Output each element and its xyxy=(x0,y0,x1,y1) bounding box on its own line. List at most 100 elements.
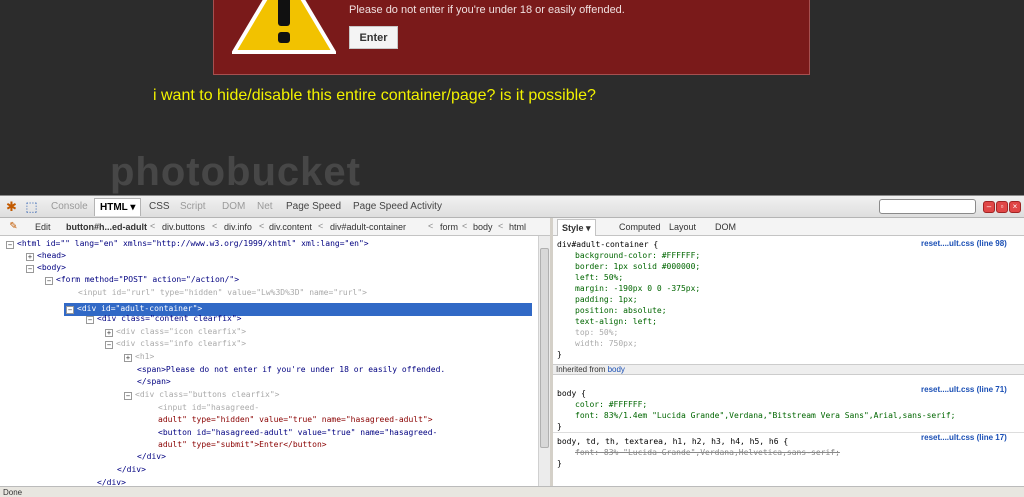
crumb-separator: < xyxy=(462,221,468,231)
node-text: <div id="adult-container"> xyxy=(77,304,203,313)
inherited-header: Inherited from body xyxy=(553,364,1024,375)
tab-console[interactable]: Console xyxy=(51,201,88,212)
expand-icon[interactable]: + xyxy=(124,354,132,362)
css-prop[interactable]: margin: -190px 0 0 -375px; xyxy=(575,283,700,294)
tab-page-speed-activity[interactable]: Page Speed Activity xyxy=(353,201,442,212)
tab-css[interactable]: CSS xyxy=(149,201,170,212)
node-text: <span>Please do not enter if you're unde… xyxy=(137,365,446,374)
tree-node-icon[interactable]: + <div class="icon clearfix"> xyxy=(105,326,246,338)
html-scrollbar[interactable] xyxy=(538,236,550,486)
tree-node-buttons[interactable]: − <div class="buttons clearfix"> xyxy=(124,389,280,401)
node-text: <button id="hasagreed-adult" value="true… xyxy=(158,428,438,437)
tab-dom-side[interactable]: DOM xyxy=(715,222,736,232)
collapse-icon[interactable]: − xyxy=(45,277,53,285)
tab-script[interactable]: Script xyxy=(180,201,206,212)
tree-node-close-div: </div> xyxy=(137,451,166,463)
tree-node-body[interactable]: − <body> xyxy=(26,262,66,274)
crumb-div-info[interactable]: div.info xyxy=(224,222,252,232)
css-prop[interactable]: text-align: left; xyxy=(575,316,657,327)
edit-icon[interactable]: ✎ xyxy=(6,219,21,234)
node-text: <div class="info clearfix"> xyxy=(116,339,247,348)
tab-computed[interactable]: Computed xyxy=(619,222,661,232)
collapse-icon[interactable]: − xyxy=(6,241,14,249)
tab-style-label: Style xyxy=(562,223,584,233)
collapse-icon[interactable]: − xyxy=(26,265,34,273)
css-prop[interactable]: background-color: #FFFFFF; xyxy=(575,250,700,261)
status-bar: Done xyxy=(0,486,1024,497)
tree-node-close-div: </div> xyxy=(117,464,146,476)
tree-node-h1[interactable]: + <h1> xyxy=(124,351,154,363)
tree-node-content[interactable]: − <div class="content clearfix"> xyxy=(86,313,242,325)
tab-page-speed[interactable]: Page Speed xyxy=(286,201,341,212)
enter-button[interactable]: Enter xyxy=(349,26,398,49)
tab-style[interactable]: Style ▾ xyxy=(557,219,596,236)
node-text: <form method="POST" action="/action/"> xyxy=(56,275,240,284)
css-prop[interactable]: padding: 1px; xyxy=(575,294,638,305)
firebug-icon[interactable]: ✱ xyxy=(4,199,19,214)
tab-html[interactable]: HTML ▾ xyxy=(94,198,142,216)
crumb-div-content[interactable]: div.content xyxy=(269,222,312,232)
css-prop-overridden[interactable]: top: 50%; xyxy=(575,327,618,338)
css-prop[interactable]: font: 83%/1.4em "Lucida Grande",Verdana,… xyxy=(575,410,956,421)
firebug-panel: ✱ ⬚ Console HTML ▾ CSS Script DOM Net Pa… xyxy=(0,195,1024,497)
tree-node-input-hasagreed[interactable]: <input id="hasagreed- xyxy=(158,402,259,414)
collapse-icon[interactable]: − xyxy=(66,306,74,314)
crumb-button[interactable]: button#h...ed-adult xyxy=(66,222,147,232)
scrollbar-thumb[interactable] xyxy=(540,248,549,448)
tree-node-info[interactable]: − <div class="info clearfix"> xyxy=(105,338,246,350)
collapse-icon[interactable]: − xyxy=(86,316,94,324)
crumb-body[interactable]: body xyxy=(473,222,493,232)
node-text: <div class="icon clearfix"> xyxy=(116,327,247,336)
css-source-link[interactable]: reset....ult.css (line 98) xyxy=(921,239,1007,248)
close-icon[interactable]: × xyxy=(1009,201,1021,213)
tab-html-label: HTML xyxy=(100,202,128,213)
collapse-icon[interactable]: − xyxy=(124,392,132,400)
tree-node-button[interactable]: <button id="hasagreed-adult" value="true… xyxy=(158,427,437,439)
style-side-panel: Style ▾ Computed Layout DOM div#adult-co… xyxy=(553,218,1024,486)
breadcrumb: ✎ Edit button#h...ed-adult < div.buttons… xyxy=(0,218,552,236)
tree-node-html[interactable]: − <html id="" lang="en" xmlns="http://www… xyxy=(6,238,369,250)
node-text: </span> xyxy=(137,377,171,386)
crumb-form[interactable]: form xyxy=(440,222,458,232)
css-prop[interactable]: position: absolute; xyxy=(575,305,667,316)
tab-net[interactable]: Net xyxy=(257,201,273,212)
inspect-icon[interactable]: ⬚ xyxy=(24,199,39,214)
edit-button[interactable]: Edit xyxy=(35,222,51,232)
node-text: <div class="content clearfix"> xyxy=(97,314,242,323)
css-prop[interactable]: border: 1px solid #000000; xyxy=(575,261,700,272)
minimize-icon[interactable]: – xyxy=(983,201,995,213)
css-rule-close: } xyxy=(557,459,562,468)
crumb-html[interactable]: html xyxy=(509,222,526,232)
css-prop[interactable]: left: 50%; xyxy=(575,272,623,283)
search-input[interactable] xyxy=(879,199,976,214)
tab-layout[interactable]: Layout xyxy=(669,222,696,232)
crumb-separator: < xyxy=(212,221,218,231)
css-source-link[interactable]: reset....ult.css (line 17) xyxy=(921,433,1007,442)
tree-node-span[interactable]: <span>Please do not enter if you're unde… xyxy=(137,364,445,376)
css-selector: body, td, th, textarea, h1, h2, h3, h4, … xyxy=(557,437,789,446)
crumb-div-buttons[interactable]: div.buttons xyxy=(162,222,205,232)
detach-icon[interactable]: ▫ xyxy=(996,201,1008,213)
css-prop-overridden[interactable]: width: 750px; xyxy=(575,338,638,349)
tree-node-form[interactable]: − <form method="POST" action="/action/"> xyxy=(45,274,239,286)
inherited-from-link[interactable]: body xyxy=(608,365,625,374)
css-rule-close: } xyxy=(557,350,562,359)
collapse-icon[interactable]: − xyxy=(105,341,113,349)
tree-node-span-close: </span> xyxy=(137,376,171,388)
tree-node-head[interactable]: + <head> xyxy=(26,250,66,262)
css-source-link[interactable]: reset....ult.css (line 71) xyxy=(921,385,1007,394)
tab-dom[interactable]: DOM xyxy=(222,201,245,212)
css-prop-struck[interactable]: font: 83% "Lucida Grande",Verdana,Helvet… xyxy=(575,447,840,458)
firebug-toolbar: ✱ ⬚ Console HTML ▾ CSS Script DOM Net Pa… xyxy=(0,196,1024,218)
node-text: <html id="" lang="en" xmlns="http://www.… xyxy=(17,239,369,248)
tree-node-input-rurl[interactable]: <input id="rurl" type="hidden" value="Lw… xyxy=(78,287,367,299)
expand-icon[interactable]: + xyxy=(26,253,34,261)
age-warning-text: Please do not enter if you're under 18 o… xyxy=(349,4,625,16)
crumb-adult-container[interactable]: div#adult-container xyxy=(330,222,406,232)
crumb-separator: < xyxy=(318,221,324,231)
tree-node-input-hasagreed-cont: adult" type="hidden" value="true" name="… xyxy=(158,414,433,426)
expand-icon[interactable]: + xyxy=(105,329,113,337)
crumb-separator: < xyxy=(428,221,434,231)
css-prop[interactable]: color: #FFFFFF; xyxy=(575,399,647,410)
css-selector: body { xyxy=(557,389,586,398)
